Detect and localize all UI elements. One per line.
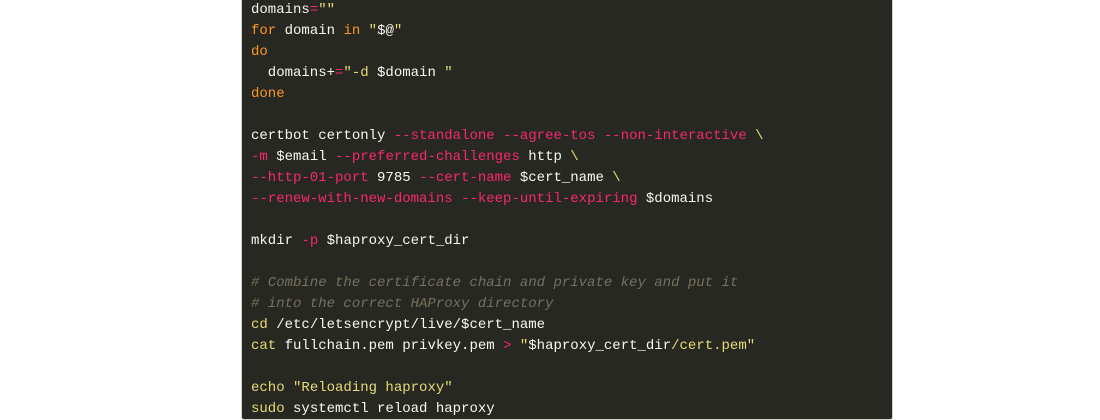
code-token-builtin: cd xyxy=(251,317,268,333)
code-block[interactable]: domains="" for domain in "$@" do domains+=… xyxy=(241,0,893,420)
code-token-comment: # into the correct HAProxy directory xyxy=(251,296,554,312)
code-token-plain: $haproxy_cert_dir xyxy=(528,338,672,354)
code-token-plain: $domains xyxy=(637,191,714,207)
code-token-builtin: cat xyxy=(251,338,277,354)
code-line: domains="" xyxy=(251,0,764,21)
code-line: for domain in "$@" xyxy=(251,21,764,42)
code-token-plain: certbot certonly xyxy=(251,128,394,144)
code-line: cd /etc/letsencrypt/live/$cert_name xyxy=(251,315,764,336)
code-token-str: "-d xyxy=(343,65,378,81)
code-token-plain: 9785 xyxy=(368,170,420,186)
code-token-plain: domains xyxy=(251,2,310,18)
code-token-kw: done xyxy=(251,86,285,102)
code-line: cat fullchain.pem privkey.pem > "$haprox… xyxy=(251,336,764,357)
code-token-flag: --renew-with-new-domains xyxy=(251,191,453,207)
code-token-str: " xyxy=(368,23,378,39)
code-token-plain: $haproxy_cert_dir xyxy=(318,233,470,249)
code-line: # into the correct HAProxy directory xyxy=(251,294,764,315)
code-token-plain: /etc/letsencrypt/live/$cert_name xyxy=(267,317,546,333)
code-line: sudo systemctl reload haproxy xyxy=(251,399,764,419)
code-token-plain: mkdir xyxy=(251,233,302,249)
code-token-plain: $domain xyxy=(377,65,436,81)
code-token-flag: --preferred-challenges xyxy=(335,149,520,165)
code-line: echo "Reloading haproxy" xyxy=(251,378,764,399)
code-token-flag: --http-01-port xyxy=(251,170,369,186)
code-token-str: \ xyxy=(570,149,579,165)
code-token-flag: --non-interactive xyxy=(603,128,747,144)
code-line: --http-01-port 9785 --cert-name $cert_na… xyxy=(251,168,764,189)
code-token-kw: in xyxy=(343,23,361,39)
code-token-kw: do xyxy=(251,44,268,60)
code-token-plain: $email xyxy=(267,149,336,165)
code-line: --renew-with-new-domains --keep-until-ex… xyxy=(251,189,764,210)
code-line: domains+="-d $domain " xyxy=(251,63,764,84)
code-token-str: " xyxy=(393,23,403,39)
code-token-flag: -m xyxy=(251,149,268,165)
code-token-builtin: sudo xyxy=(251,401,285,417)
code-token-kw: for xyxy=(251,23,277,39)
code-token-plain: domain xyxy=(276,23,344,39)
code-token-op: = xyxy=(309,2,319,18)
code-line: certbot certonly --standalone --agree-to… xyxy=(251,126,764,147)
code-content[interactable]: domains="" for domain in "$@" do domains+=… xyxy=(251,0,764,419)
code-token-str: \ xyxy=(755,128,764,144)
code-token-plain: http xyxy=(519,149,571,165)
code-line: -m $email --preferred-challenges http \ xyxy=(251,147,764,168)
code-token-str: "Reloading haproxy" xyxy=(293,380,453,396)
code-line: do xyxy=(251,42,764,63)
code-token-flag: --agree-tos xyxy=(503,128,596,144)
code-token-plain: domains+ xyxy=(251,65,336,81)
code-token-flag: -p xyxy=(301,233,319,249)
code-line: done xyxy=(251,84,764,105)
code-token-flag: --standalone xyxy=(393,128,495,144)
code-token-flag: --cert-name xyxy=(419,170,512,186)
code-token-plain: $cert_name xyxy=(511,170,613,186)
code-token-builtin: echo xyxy=(251,380,285,396)
code-token-plain: $@ xyxy=(377,23,394,39)
code-line: mkdir -p $haproxy_cert_dir xyxy=(251,231,764,252)
code-token-plain: fullchain.pem privkey.pem xyxy=(276,338,504,354)
code-token-str: " xyxy=(435,65,453,81)
code-token-plain: systemctl reload haproxy xyxy=(284,401,495,417)
code-token-flag: --keep-until-expiring xyxy=(461,191,638,207)
code-token-comment: # Combine the certificate chain and priv… xyxy=(251,275,739,291)
code-token-str: \ xyxy=(612,170,621,186)
code-token-str: /cert.pem" xyxy=(671,338,756,354)
code-token-str: "" xyxy=(318,2,336,18)
code-line: # Combine the certificate chain and priv… xyxy=(251,273,764,294)
